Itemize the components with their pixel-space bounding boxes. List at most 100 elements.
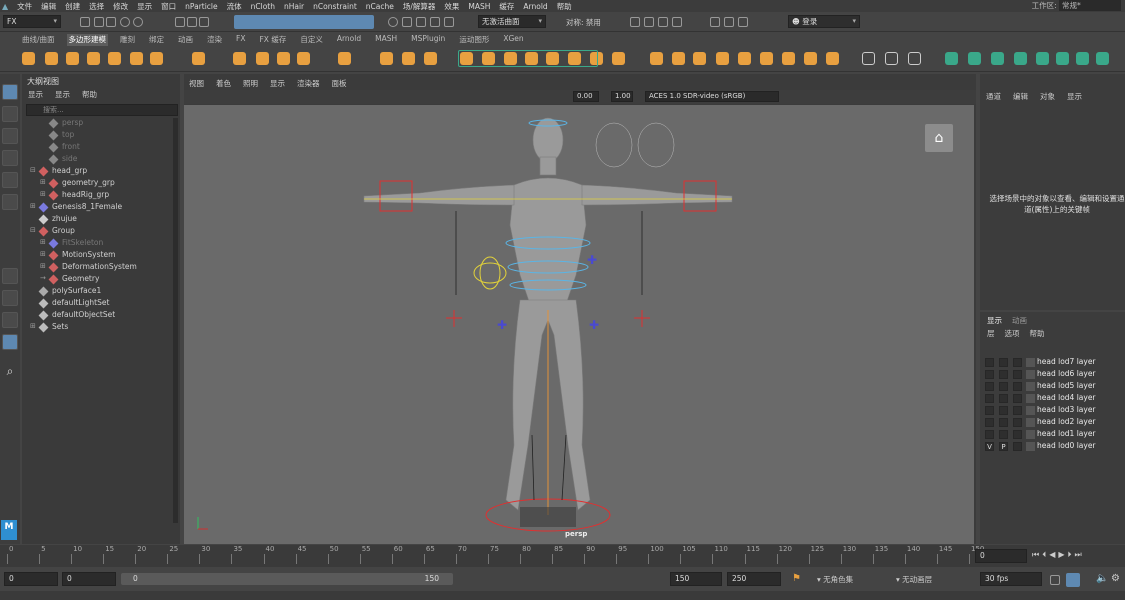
expand-toggle-icon[interactable]: ⊞: [40, 178, 46, 186]
wrap-icon[interactable]: [991, 52, 1004, 65]
uv-unfold-icon[interactable]: [885, 52, 898, 65]
platonic-icon[interactable]: [192, 52, 205, 65]
blend-icon[interactable]: [1036, 52, 1049, 65]
expand-toggle-icon[interactable]: ⊞: [30, 322, 36, 330]
display-type-toggle[interactable]: [1013, 358, 1022, 367]
append-icon[interactable]: [612, 52, 625, 65]
tool-settings-toggle-icon[interactable]: [738, 17, 748, 27]
save-scene-icon[interactable]: [106, 17, 116, 27]
outliner-row[interactable]: ⊟ Group: [22, 226, 172, 238]
workspace-value[interactable]: 常规*: [1059, 0, 1121, 11]
viewport-menu-view[interactable]: 视图: [189, 78, 204, 89]
scene-start-field[interactable]: 0: [4, 572, 58, 586]
single-perspective-layout-icon[interactable]: [2, 268, 18, 284]
connect-icon[interactable]: [693, 52, 706, 65]
expand-toggle-icon[interactable]: ⊞: [40, 262, 46, 270]
expand-toggle-icon[interactable]: ⊞: [30, 202, 36, 210]
super-shape-icon[interactable]: [233, 52, 246, 65]
shelf-tab-1[interactable]: 多边形建模: [66, 34, 109, 46]
layer-color-icon[interactable]: [1026, 418, 1035, 427]
outliner-row[interactable]: ⊞ MotionSystem: [22, 250, 172, 262]
outliner-row[interactable]: ⊞ geometry_grp: [22, 178, 172, 190]
cone-icon[interactable]: [87, 52, 100, 65]
tab-anim[interactable]: 动画: [1012, 315, 1027, 326]
slide-icon[interactable]: [760, 52, 773, 65]
menu-item-9[interactable]: nCloth: [251, 2, 275, 11]
combine-icon[interactable]: [380, 52, 393, 65]
playback-toggle[interactable]: [999, 406, 1008, 415]
playback-toggle[interactable]: [999, 394, 1008, 403]
type-icon[interactable]: [277, 52, 290, 65]
outliner-row[interactable]: defaultLightSet: [22, 298, 172, 310]
shelf-tab-6[interactable]: FX: [234, 34, 247, 46]
playback-end-field[interactable]: 150: [670, 572, 722, 586]
layer-row[interactable]: head lod3 layer: [985, 405, 1125, 417]
playback-toggle[interactable]: [999, 370, 1008, 379]
layer-menu-options[interactable]: 选项: [1005, 328, 1020, 339]
channel-menu-channels[interactable]: 通道: [986, 91, 1001, 102]
workspace-selector[interactable]: 工作区: 常规*: [1032, 0, 1121, 11]
visibility-toggle[interactable]: V: [985, 442, 994, 451]
merge-icon[interactable]: [782, 52, 795, 65]
layer-color-icon[interactable]: [1026, 394, 1035, 403]
display-type-toggle[interactable]: [1013, 382, 1022, 391]
layer-row[interactable]: V Phead lod0 layer: [985, 441, 1125, 453]
outliner-menu-show[interactable]: 显示: [55, 89, 70, 100]
snap-view-icon[interactable]: [672, 17, 682, 27]
display-type-toggle[interactable]: [1013, 406, 1022, 415]
expand-toggle-icon[interactable]: ⊟: [30, 166, 36, 174]
playback-toggle[interactable]: P: [999, 442, 1008, 451]
select-component-icon[interactable]: [199, 17, 209, 27]
rotate-tool-icon[interactable]: [2, 172, 18, 188]
menu-item-12[interactable]: nCache: [366, 2, 394, 11]
paint-select-tool-icon[interactable]: [2, 128, 18, 144]
disc-icon[interactable]: [150, 52, 163, 65]
ipr-render-icon[interactable]: [416, 17, 426, 27]
anim-layer-dropdown[interactable]: ▾ 无动画层: [896, 574, 970, 585]
smooth-icon[interactable]: [424, 52, 437, 65]
visibility-toggle[interactable]: [985, 370, 994, 379]
four-view-layout-icon[interactable]: [2, 290, 18, 306]
shelf-tab-12[interactable]: 运动图形: [457, 34, 491, 46]
view-cube-icon[interactable]: ⌂: [925, 124, 953, 152]
torus-icon[interactable]: [108, 52, 121, 65]
visibility-toggle[interactable]: [985, 406, 994, 415]
undo-icon[interactable]: [120, 17, 130, 27]
fps-dropdown[interactable]: 30 fps: [980, 572, 1042, 586]
layer-row[interactable]: head lod5 layer: [985, 381, 1125, 393]
outliner-scrollbar[interactable]: [173, 118, 178, 523]
menu-item-5[interactable]: 显示: [137, 1, 152, 12]
svg-icon[interactable]: [256, 52, 269, 65]
visibility-toggle[interactable]: [985, 418, 994, 427]
mash-logo-icon[interactable]: M: [1, 520, 17, 540]
scale-tool-icon[interactable]: [2, 194, 18, 210]
plane-icon[interactable]: [130, 52, 143, 65]
menu-item-7[interactable]: nParticle: [185, 2, 217, 11]
outliner-row[interactable]: side: [22, 154, 172, 166]
shelf-tab-9[interactable]: Arnold: [335, 34, 363, 46]
multi-cut-icon[interactable]: [650, 52, 663, 65]
visibility-toggle[interactable]: [985, 430, 994, 439]
visibility-toggle[interactable]: [985, 394, 994, 403]
menu-item-1[interactable]: 编辑: [41, 1, 56, 12]
uv-layout-icon[interactable]: [908, 52, 921, 65]
outliner-row[interactable]: front: [22, 142, 172, 154]
current-frame-field[interactable]: 0: [975, 549, 1027, 563]
select-tool-icon[interactable]: [2, 84, 18, 100]
maya-icon[interactable]: ▲: [2, 2, 8, 11]
layer-row[interactable]: head lod6 layer: [985, 369, 1125, 381]
exposure-field[interactable]: 0.00: [573, 91, 599, 102]
playback-start-field[interactable]: 0: [62, 572, 116, 586]
move-tool-icon[interactable]: [2, 150, 18, 166]
outliner-menu-help[interactable]: 帮助: [82, 89, 97, 100]
shelf-tab-3[interactable]: 绑定: [147, 34, 166, 46]
shelf-tab-7[interactable]: FX 缓存: [257, 34, 288, 46]
viewport-menu-show[interactable]: 显示: [270, 78, 285, 89]
menuset-dropdown[interactable]: FX: [3, 15, 61, 28]
shelf-tab-0[interactable]: 曲线/曲面: [20, 34, 57, 46]
layer-row[interactable]: head lod1 layer: [985, 429, 1125, 441]
expand-toggle-icon[interactable]: ⊞: [40, 238, 46, 246]
range-slider[interactable]: 0 150: [121, 573, 453, 585]
outliner-row[interactable]: → Geometry: [22, 274, 172, 286]
outliner-row[interactable]: ⊞ headRig_grp: [22, 190, 172, 202]
